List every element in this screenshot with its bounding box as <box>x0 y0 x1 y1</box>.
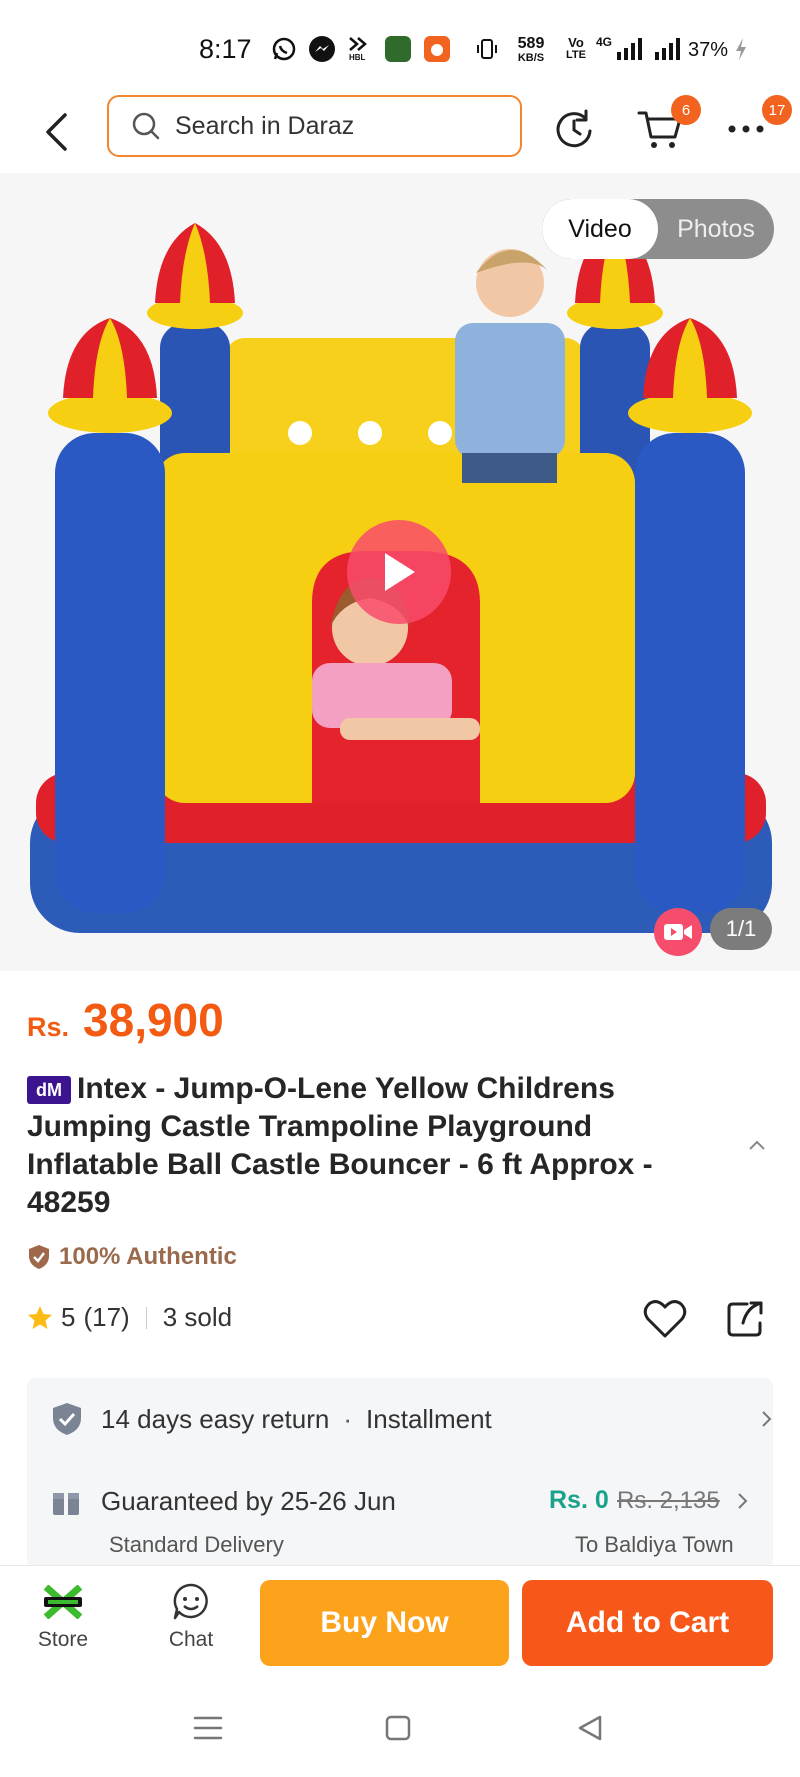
product-title: dM Intex - Jump-O-Lene Yellow Childrens J… <box>27 1070 727 1222</box>
whatsapp-icon <box>271 36 297 62</box>
delivery-location: To Baldiya Town <box>575 1532 734 1557</box>
collapse-title-button[interactable] <box>748 1138 766 1156</box>
play-button[interactable] <box>347 520 451 624</box>
signal-icon <box>615 36 642 62</box>
vibrate-icon <box>474 36 500 62</box>
battery-charging-icon <box>734 36 748 62</box>
price-currency: Rs. <box>27 1012 70 1042</box>
system-nav-bar <box>0 1672 800 1777</box>
back-arrow-icon <box>46 113 67 151</box>
price: Rs. 38,900 <box>27 993 224 1047</box>
product-media[interactable]: Video Photos 1/1 <box>0 173 800 971</box>
store-logo-icon <box>43 1585 83 1619</box>
history-button[interactable] <box>550 105 598 153</box>
search-input[interactable]: Search in Daraz <box>107 95 522 157</box>
video-indicator[interactable] <box>654 908 702 956</box>
search-placeholder: Search in Daraz <box>175 111 355 140</box>
status-time: 8:17 <box>199 34 252 64</box>
authentic-label: 100% Authentic <box>59 1243 237 1270</box>
returns-row[interactable]: 14 days easy return · Installment <box>51 1402 772 1436</box>
chat-label: Chat <box>168 1628 214 1651</box>
top-nav: Search in Daraz 6 17 <box>0 95 800 175</box>
store-button[interactable]: Store <box>18 1582 108 1652</box>
sold-count: 3 sold <box>162 1302 233 1332</box>
installment-label: Installment <box>366 1403 492 1434</box>
menu-lines-icon <box>193 1716 223 1740</box>
chat-button[interactable]: Chat <box>146 1582 236 1652</box>
chat-icon <box>173 1583 208 1620</box>
heart-icon <box>643 1300 687 1338</box>
net-speed: 589 KB/S <box>512 35 550 65</box>
dot-separator: · <box>343 1403 353 1434</box>
signal-icon-2 <box>653 36 680 62</box>
add-to-cart-button[interactable]: Add to Cart <box>522 1580 773 1666</box>
messenger-icon <box>309 36 335 62</box>
battery-level: 37% <box>688 39 729 61</box>
delivery-fee: Rs. 0 <box>549 1486 609 1514</box>
system-back-button[interactable] <box>570 1708 610 1748</box>
action-bar: Store Chat Buy Now Add to Cart <box>0 1565 800 1672</box>
authentic-badge: 100% Authentic <box>27 1243 237 1271</box>
buy-now-button[interactable]: Buy Now <box>260 1580 509 1666</box>
rating-row[interactable]: 5 (17) 3 sold <box>27 1302 232 1333</box>
search-icon <box>132 112 160 140</box>
video-camera-icon <box>664 924 692 940</box>
back-button[interactable] <box>36 107 76 157</box>
shield-icon <box>53 1403 81 1435</box>
tab-photos[interactable]: Photos <box>658 199 774 259</box>
shield-check-icon <box>29 1245 49 1269</box>
cart-badge: 6 <box>671 95 701 125</box>
volte-label: Vo <box>568 35 584 50</box>
more-badge: 17 <box>762 95 792 125</box>
daraz-icon <box>424 36 450 62</box>
square-home-icon <box>385 1715 411 1741</box>
wishlist-button[interactable] <box>640 1294 690 1344</box>
play-icon <box>385 553 415 591</box>
gift-box-icon <box>53 1492 79 1515</box>
net-speed-value: 589 <box>517 35 545 52</box>
chevron-up-icon <box>749 1140 765 1150</box>
more-button[interactable]: 17 <box>722 95 792 153</box>
hbl-label: HBL <box>349 53 366 62</box>
recent-apps-button[interactable] <box>188 1708 228 1748</box>
return-label: 14 days easy return <box>101 1403 330 1434</box>
cart-button[interactable]: 6 <box>636 95 701 153</box>
service-card: 14 days easy return · Installment Guaran… <box>27 1378 773 1568</box>
volte-label-2: LTE <box>566 49 586 61</box>
store-label: Store <box>37 1628 89 1651</box>
media-counter: 1/1 <box>710 908 772 950</box>
home-button[interactable] <box>378 1708 418 1748</box>
price-value: 38,900 <box>83 994 224 1046</box>
history-icon <box>556 109 592 148</box>
more-icon <box>728 125 764 133</box>
chevron-right-icon <box>762 1411 772 1427</box>
status-bar: 8:17 HBL 589 KB/S Vo LTE 4G 37% <box>0 0 800 95</box>
media-toggle: Video Photos <box>542 199 774 259</box>
tab-video[interactable]: Video <box>542 199 658 259</box>
hbl-icon: HBL <box>347 36 373 62</box>
star-icon <box>28 1305 52 1329</box>
product-title-text: Intex - Jump-O-Lene Yellow Childrens Jum… <box>27 1072 653 1219</box>
volte-indicator: Vo LTE <box>562 36 590 62</box>
delivery-old-fee: Rs. 2,135 <box>617 1487 720 1514</box>
share-icon <box>727 1301 763 1337</box>
dm-brand-badge: dM <box>27 1076 71 1104</box>
triangle-back-icon <box>578 1715 602 1741</box>
net-speed-unit: KB/S <box>517 52 545 64</box>
share-button[interactable] <box>720 1294 770 1344</box>
delivery-type: Standard Delivery <box>109 1532 284 1557</box>
rating-count: (17) <box>83 1302 130 1332</box>
rating-value: 5 <box>61 1302 76 1332</box>
chevron-right-icon[interactable] <box>737 1492 749 1510</box>
delivery-label: Guaranteed by 25-26 Jun <box>101 1486 396 1516</box>
jazzcash-icon <box>385 36 411 62</box>
network-type: 4G <box>596 35 613 49</box>
rating-divider <box>145 1306 147 1329</box>
